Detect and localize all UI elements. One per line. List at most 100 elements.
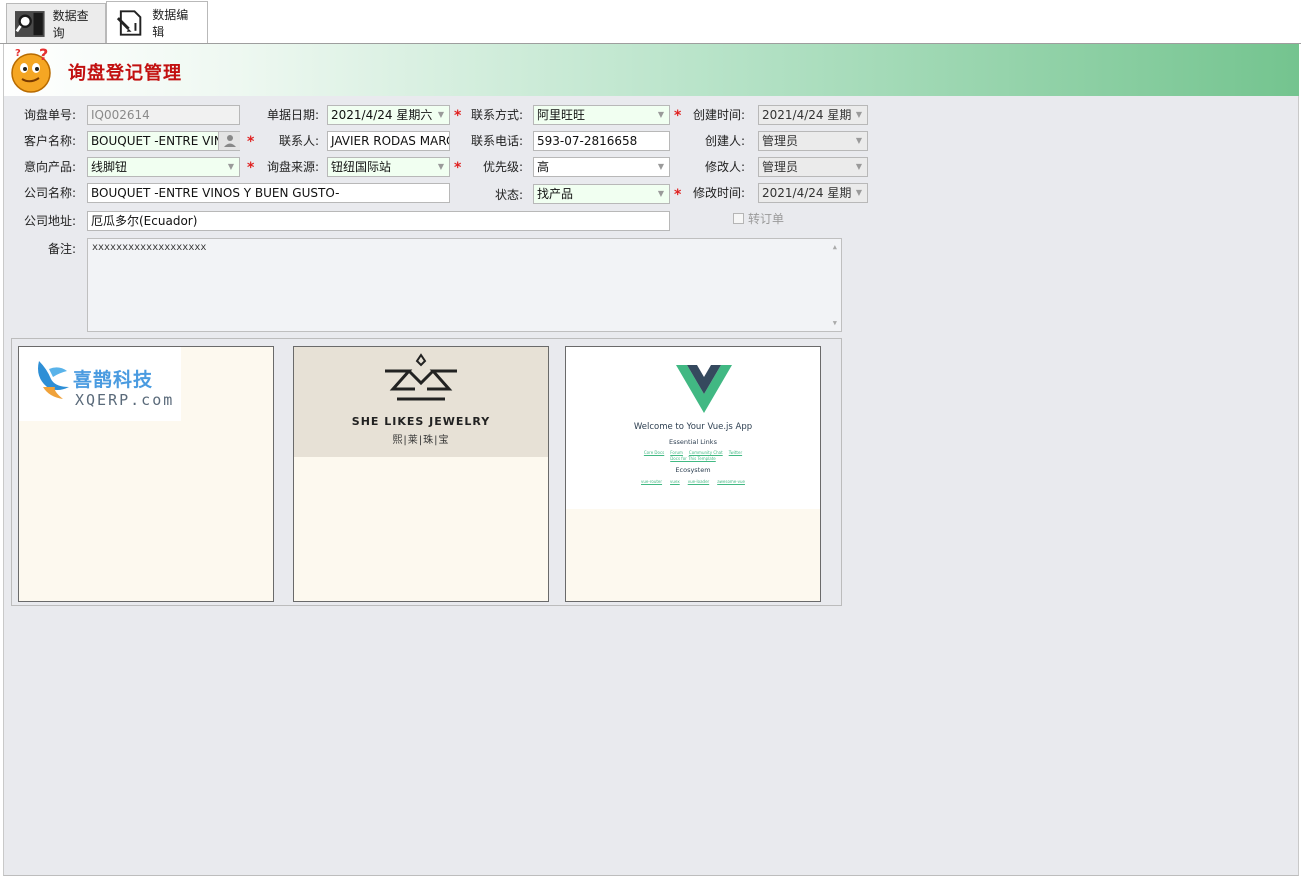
modify-time-field[interactable]: 2021/4/24 星期 ▼ [758, 183, 868, 203]
vue-link[interactable]: Core Docs [644, 450, 664, 455]
vue-link[interactable]: Forum [670, 450, 683, 455]
modifier-label: 修改人: [704, 160, 745, 174]
chevron-down-icon[interactable]: ▼ [433, 158, 449, 176]
create-time-value: 2021/4/24 星期 [762, 108, 852, 122]
modify-time-value: 2021/4/24 星期 [762, 186, 852, 200]
tab-label: 数据查询 [52, 8, 89, 40]
doc-date-value: 2021/4/24 星期六 [331, 108, 433, 122]
vue-link[interactable]: vuex [670, 479, 680, 484]
vue-links: Core Docs Forum Community Chat Twitter [566, 450, 820, 455]
image-card[interactable]: 喜鹊科技 XQERP.com [18, 346, 274, 602]
status-value: 找产品 [537, 187, 574, 201]
svg-text:?: ? [39, 46, 48, 64]
doc-date-picker[interactable]: 2021/4/24 星期六 ▼ [327, 105, 450, 125]
brand-name: 喜鹊科技 [73, 369, 154, 391]
bird-logo-icon [38, 361, 69, 399]
inquiry-no-label: 询盘单号: [23, 108, 76, 122]
contact-phone-label: 联系电话: [470, 134, 523, 148]
priority-label: 优先级: [482, 160, 523, 174]
modifier-select[interactable]: 管理员 ▼ [758, 157, 868, 177]
scroll-down-icon[interactable]: ▼ [833, 319, 837, 327]
create-time-label: 创建时间: [692, 108, 745, 122]
status-label: 状态: [494, 188, 523, 202]
image-card[interactable]: SHE LIKES JEWELRY 熙|莱|珠|宝 [293, 346, 549, 602]
modify-time-label: 修改时间: [692, 186, 745, 200]
vue-logo-icon [676, 365, 732, 413]
convert-order-checkbox[interactable]: 转订单 [733, 210, 784, 227]
image-card[interactable]: Welcome to Your Vue.js App Essential Lin… [565, 346, 821, 602]
vue-link[interactable]: Twitter [729, 450, 742, 455]
chevron-down-icon[interactable]: ▼ [851, 106, 867, 124]
product-value: 线脚钮 [91, 160, 128, 174]
crown-logo-icon [385, 353, 457, 401]
priority-value: 高 [537, 160, 550, 174]
remark-value: xxxxxxxxxxxxxxxxxxx [92, 242, 207, 253]
convert-order-label: 转订单 [748, 212, 785, 226]
tab-data-query[interactable]: 数据查询 [6, 3, 106, 43]
tab-data-edit[interactable]: 数据编辑 [106, 1, 208, 44]
contact-person-label: 联系人: [278, 134, 319, 148]
inquiry-no-field[interactable]: IQ002614 [87, 105, 240, 125]
creator-value: 管理员 [762, 134, 799, 148]
address-field[interactable]: 厄瓜多尔(Ecuador) [87, 211, 670, 231]
customer-lookup-button[interactable] [218, 132, 240, 150]
vue-link[interactable]: awesome-vue [717, 479, 745, 484]
vue-title: Welcome to Your Vue.js App [633, 422, 753, 432]
company-field[interactable]: BOUQUET -ENTRE VINOS Y BUEN GUSTO- [87, 183, 450, 203]
edit-panel: ? ? 询盘登记管理 询盘单号: IQ002614 单据日期: 2021/4/2… [3, 44, 1299, 876]
checkbox-box[interactable] [733, 213, 744, 224]
contact-person-field[interactable]: JAVIER RODAS MARC [327, 131, 450, 151]
mascot-logo-icon: ? ? [11, 46, 51, 93]
chevron-down-icon[interactable]: ▼ [851, 132, 867, 150]
edit-document-icon [116, 10, 142, 36]
create-time-field[interactable]: 2021/4/24 星期 ▼ [758, 105, 868, 125]
scroll-up-icon[interactable]: ▲ [833, 243, 837, 251]
chevron-down-icon[interactable]: ▼ [653, 185, 669, 203]
chevron-down-icon[interactable]: ▼ [223, 158, 239, 176]
source-value: 钮纽国际站 [331, 160, 392, 174]
chevron-down-icon[interactable]: ▼ [653, 106, 669, 124]
chevron-down-icon[interactable]: ▼ [653, 158, 669, 176]
remark-label: 备注: [47, 242, 76, 256]
remark-textarea[interactable]: xxxxxxxxxxxxxxxxxxx ▲ ▼ [87, 238, 842, 332]
page-title: 询盘登记管理 [68, 63, 182, 84]
contact-method-select[interactable]: 阿里旺旺 ▼ [533, 105, 670, 125]
modifier-value: 管理员 [762, 160, 799, 174]
contact-method-label: 联系方式: [470, 108, 523, 122]
vue-link[interactable]: vue-router [641, 479, 662, 484]
xqerp-logo: 喜鹊科技 XQERP.com [19, 347, 181, 421]
company-label: 公司名称: [23, 186, 76, 200]
chevron-down-icon[interactable]: ▼ [433, 106, 449, 124]
product-label: 意向产品: [23, 160, 76, 174]
brand-name: SHE LIKES JEWELRY [351, 415, 491, 428]
priority-select[interactable]: 高 ▼ [533, 157, 670, 177]
status-select[interactable]: 找产品 ▼ [533, 184, 670, 204]
creator-select[interactable]: 管理员 ▼ [758, 131, 868, 151]
customer-value: BOUQUET -ENTRE VIN [91, 134, 223, 148]
doc-date-label: 单据日期: [266, 108, 319, 122]
address-label: 公司地址: [23, 214, 76, 228]
vue-app-screenshot: Welcome to Your Vue.js App Essential Lin… [566, 347, 820, 509]
source-label: 询盘来源: [266, 160, 319, 174]
contact-phone-field[interactable]: 593-07-2816658 [533, 131, 670, 151]
tab-label: 数据编辑 [152, 8, 189, 39]
jewelry-logo: SHE LIKES JEWELRY 熙|莱|珠|宝 [294, 347, 548, 457]
creator-label: 创建人: [704, 134, 745, 148]
required-mark: * [247, 134, 255, 150]
svg-text:?: ? [15, 48, 21, 59]
chevron-down-icon[interactable]: ▼ [851, 184, 867, 202]
required-mark: * [247, 160, 255, 176]
vue-link[interactable]: vue-loader [688, 479, 709, 484]
vue-section-title: Ecosystem [675, 466, 711, 474]
chevron-down-icon[interactable]: ▼ [851, 158, 867, 176]
vue-link[interactable]: Docs for This Template [566, 456, 820, 461]
person-lookup-icon [223, 135, 236, 147]
product-select[interactable]: 线脚钮 ▼ [87, 157, 240, 177]
contact-method-value: 阿里旺旺 [537, 108, 586, 122]
search-icon [15, 10, 45, 37]
customer-label: 客户名称: [23, 134, 76, 148]
vue-link[interactable]: Community Chat [689, 450, 723, 455]
source-select[interactable]: 钮纽国际站 ▼ [327, 157, 450, 177]
brand-url: XQERP.com [75, 391, 175, 409]
vue-ecosystem-links: vue-router vuex vue-loader awesome-vue [566, 479, 820, 484]
